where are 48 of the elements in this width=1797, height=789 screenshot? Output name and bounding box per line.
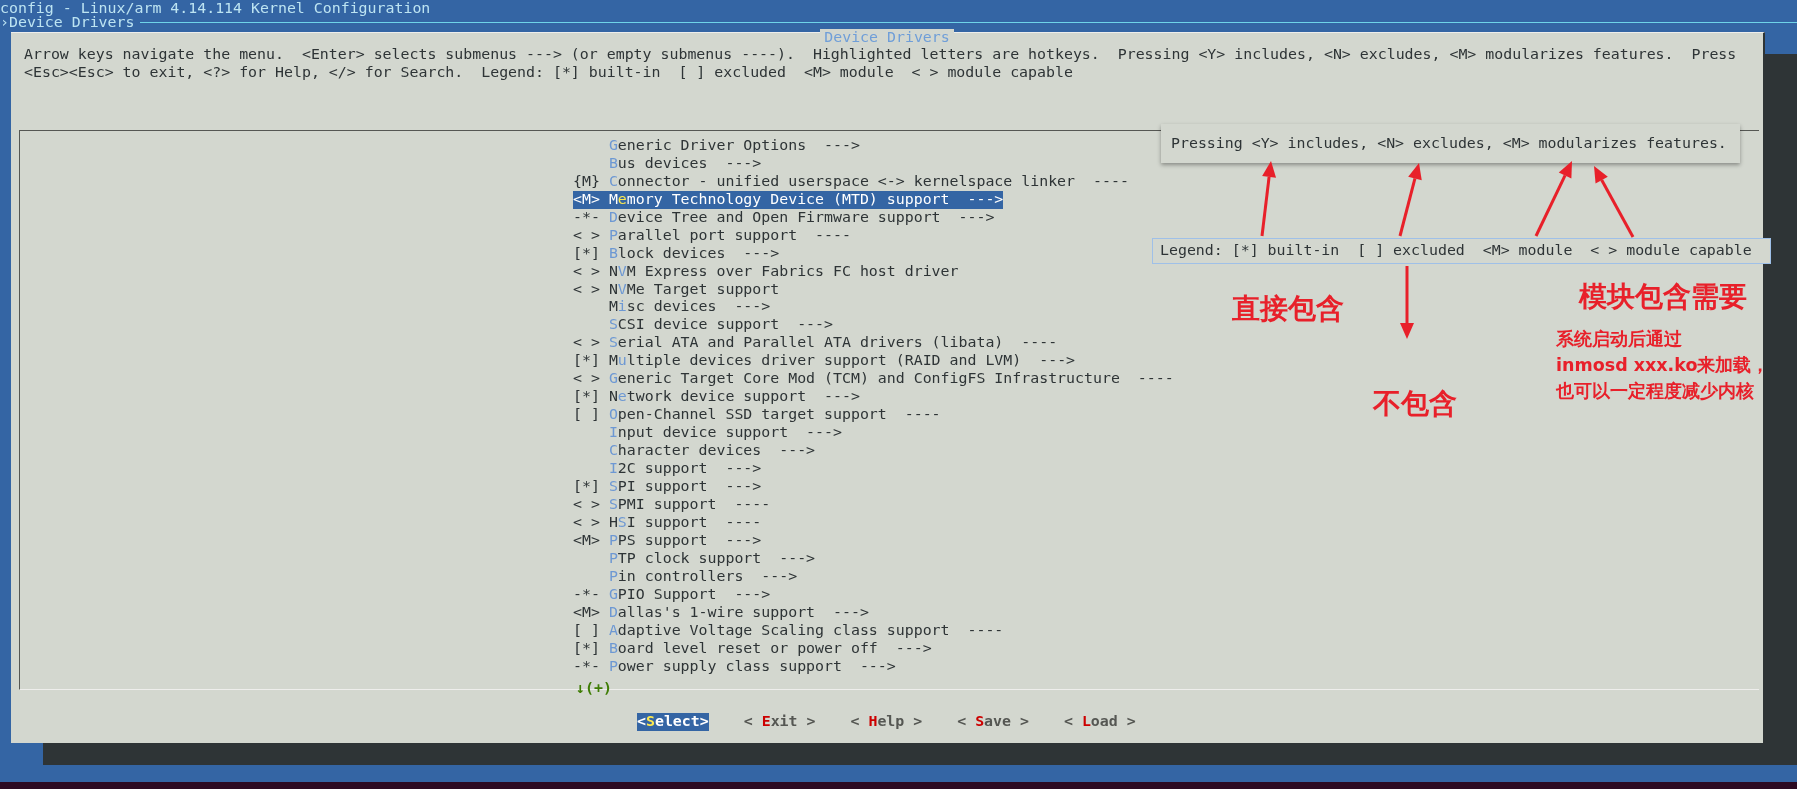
- annotation-label: 模块包含需要: [1579, 281, 1747, 313]
- callout-box: Pressing <Y> includes, <N> excludes, <M> modularizes features.: [1161, 124, 1740, 163]
- annotation-note: inmosd xxx.ko来加载，: [1556, 354, 1770, 377]
- menu-item[interactable]: <M> Dallas's 1-wire support --->: [573, 603, 869, 622]
- dialog-button[interactable]: < Exit >: [743, 712, 816, 731]
- window-title: config - Linux/arm 4.14.114 Kernel Configuration: [0, 0, 431, 17]
- menu-item[interactable]: [ ] Adaptive Voltage Scaling class support ----: [573, 621, 1004, 640]
- menu-item[interactable]: {M} Connector - unified userspace <-> kernelspace linker ----: [573, 172, 1129, 191]
- menu-item[interactable]: < > NVMe Target support: [573, 280, 780, 299]
- menu-item[interactable]: Bus devices --->: [573, 154, 762, 173]
- annotation-label: 直接包含: [1232, 293, 1344, 325]
- menu-item[interactable]: [*] Board level reset or power off --->: [573, 639, 932, 658]
- menu-item[interactable]: < > Generic Target Core Mod (TCM) and ConfigFS Infrastructure ----: [573, 370, 1174, 389]
- annotation-label: 不包含: [1373, 388, 1457, 420]
- menu-item[interactable]: <M> Memory Technology Device (MTD) support --->: [573, 190, 1004, 209]
- menu-item[interactable]: < > NVM Express over Fabrics FC host driver: [573, 262, 959, 281]
- menu-item[interactable]: -*- Power supply class support --->: [573, 657, 896, 676]
- more-indicator: ↓(+): [576, 679, 612, 698]
- dialog-button[interactable]: < Load >: [1063, 712, 1136, 731]
- menu-item[interactable]: Generic Driver Options --->: [573, 136, 860, 155]
- menu-item[interactable]: [*] Network device support --->: [573, 388, 860, 407]
- menu-item[interactable]: [ ] Open-Channel SSD target support ----: [573, 406, 941, 425]
- menu-item[interactable]: < > Parallel port support ----: [573, 226, 851, 245]
- menu-item[interactable]: < > HSI support ----: [573, 513, 762, 532]
- menu-item[interactable]: SCSI device support --->: [573, 316, 833, 335]
- dialog-button[interactable]: <Select>: [637, 712, 709, 731]
- dialog-button[interactable]: < Help >: [850, 712, 923, 731]
- menu-item[interactable]: Misc devices --->: [573, 298, 771, 317]
- menu-item[interactable]: < > SPMI support ----: [573, 495, 771, 514]
- menu-item[interactable]: <M> PPS support --->: [573, 531, 762, 550]
- arrow: [1594, 166, 1635, 238]
- help-text: <Esc><Esc> to exit, <?> for Help, </> for Search. Legend: [*] built-in [ ] excluded <M> module < > module capable: [24, 63, 1073, 82]
- menu-item[interactable]: [*] Multiple devices driver support (RAID and LVM) --->: [573, 352, 1076, 371]
- dialog-button[interactable]: < Save >: [957, 712, 1029, 731]
- menu-item[interactable]: -*- Device Tree and Open Firmware support --->: [573, 208, 995, 227]
- menu-item[interactable]: Input device support --->: [573, 424, 842, 443]
- menu-item[interactable]: [*] SPI support --->: [573, 478, 762, 496]
- callout-box: Legend: [*] built-in [ ] excluded <M> module < > module capable: [1152, 238, 1771, 264]
- menu-item[interactable]: I2C support --->: [573, 460, 762, 478]
- menu-item[interactable]: [*] Block devices --->: [573, 244, 780, 263]
- help-text: Arrow keys navigate the menu. <Enter> selects submenus ---> (or empty submenus ----). Highlighted letters are hotkeys. Pressing <Y> includes, <N> excludes, <M> modularizes features. Press: [24, 46, 1737, 64]
- annotation-note: 系统启动后通过: [1556, 328, 1683, 351]
- menu-item[interactable]: PTP clock support --->: [573, 549, 816, 568]
- menu-item[interactable]: Pin controllers --->: [573, 567, 798, 586]
- annotation-note: 也可以一定程度减少内核: [1556, 380, 1755, 403]
- menu-item[interactable]: -*- GPIO Support --->: [573, 585, 771, 604]
- menu-item[interactable]: Character devices --->: [573, 442, 816, 461]
- menu-item[interactable]: < > Serial ATA and Parallel ATA drivers (libata) ----: [573, 334, 1058, 353]
